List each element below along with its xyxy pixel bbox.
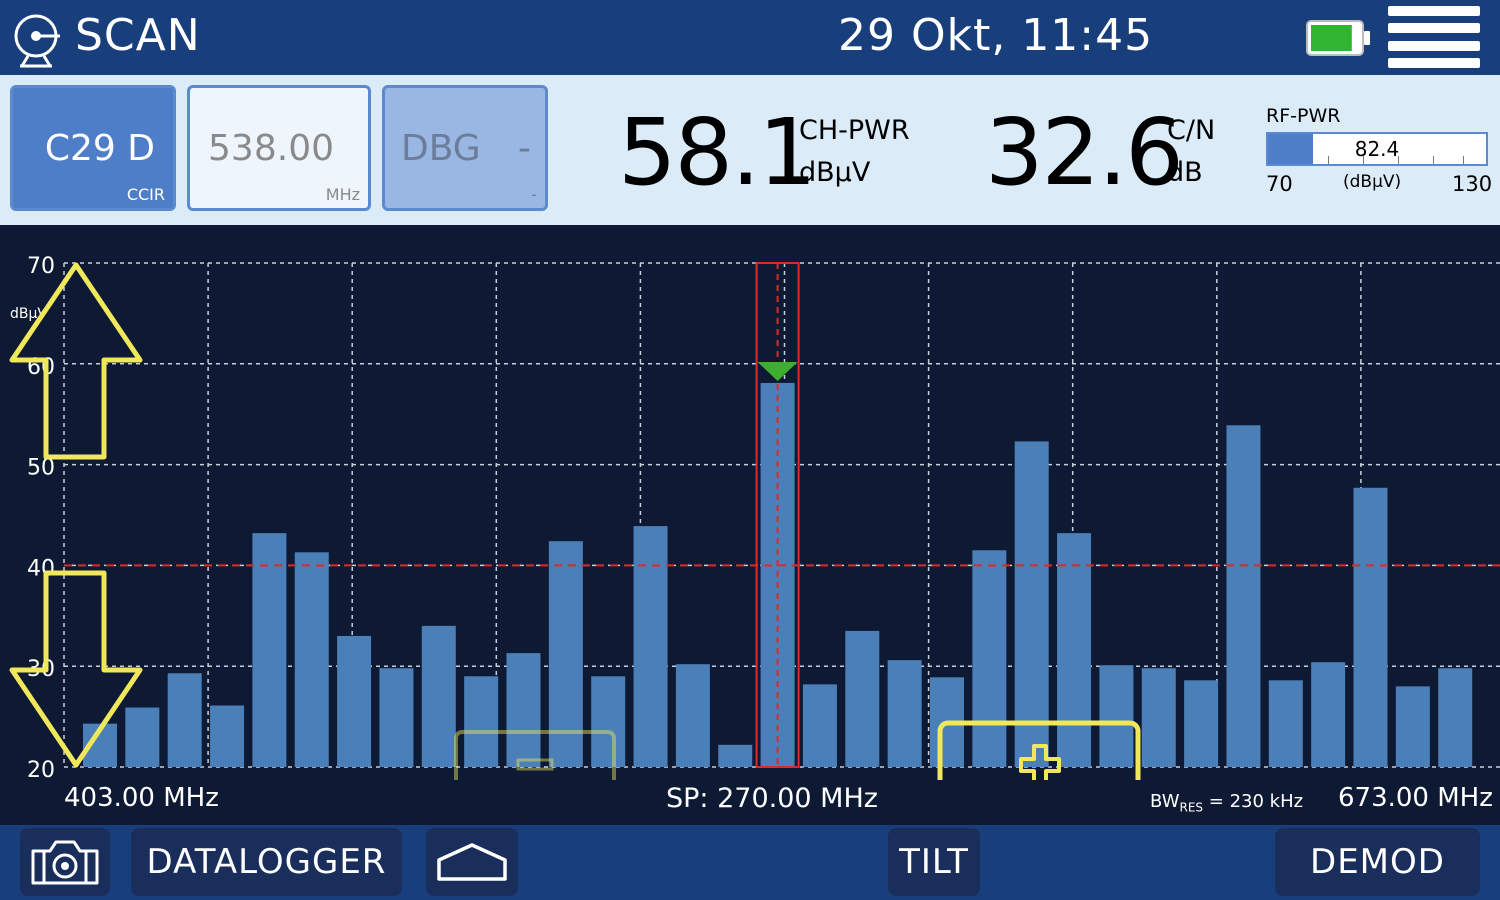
spectrum-bar bbox=[125, 707, 160, 767]
spectrum-bar bbox=[1438, 668, 1473, 767]
rf-pwr-meter: 82.4 bbox=[1266, 132, 1488, 166]
spectrum-bar bbox=[464, 676, 499, 767]
spectrum-bar bbox=[252, 533, 287, 767]
spectrum-bar bbox=[1268, 680, 1303, 767]
bottom-toolbar: DATALOGGER TILT DEMOD bbox=[0, 825, 1500, 900]
spectrum-bar bbox=[294, 552, 329, 767]
antenna-dish-icon bbox=[14, 14, 60, 68]
rf-pwr-unit: (dBµV) bbox=[1343, 172, 1402, 192]
home-button[interactable] bbox=[426, 828, 518, 896]
spectrum-bar bbox=[506, 653, 541, 767]
frequency-selector[interactable]: 538.00 MHz bbox=[187, 85, 371, 211]
spectrum-bar bbox=[421, 625, 456, 767]
spectrum-bar bbox=[337, 635, 372, 767]
spectrum-bar bbox=[718, 744, 753, 767]
up-arrow-icon[interactable] bbox=[9, 262, 143, 460]
home-icon bbox=[437, 843, 507, 881]
bw-sub: RES bbox=[1179, 800, 1204, 815]
ch-pwr-value: 58.1 bbox=[618, 99, 817, 206]
standard-selector[interactable]: DBG - - bbox=[382, 85, 548, 211]
x-axis-start: 403.00 MHz bbox=[64, 783, 219, 813]
x-axis-end: 673.00 MHz bbox=[1338, 783, 1493, 813]
spectrum-bar bbox=[675, 664, 710, 767]
spectrum-bar bbox=[591, 676, 626, 767]
spectrum-bar bbox=[845, 630, 880, 767]
spectrum-bar bbox=[1395, 686, 1430, 767]
measurement-bar: C29 D CCIR 538.00 MHz DBG - - 58.1 CH-PW… bbox=[0, 75, 1500, 225]
y-tick-label: 20 bbox=[27, 758, 55, 780]
top-bar: SCAN 29 Okt, 11:45 bbox=[0, 0, 1500, 75]
y-tick-label: 40 bbox=[27, 556, 55, 581]
cn-unit: dB bbox=[1167, 157, 1203, 188]
spectrum-plot[interactable]: 706050403020 dBµV bbox=[0, 225, 1500, 780]
y-tick-label: 70 bbox=[27, 254, 55, 279]
spectrum-bar bbox=[1184, 680, 1219, 767]
camera-icon bbox=[31, 840, 99, 885]
down-arrow-icon[interactable] bbox=[9, 570, 143, 768]
menu-line bbox=[1388, 6, 1480, 16]
standard-sub: - bbox=[531, 185, 537, 204]
standard-dash: - bbox=[518, 128, 531, 169]
spectrum-bar bbox=[633, 526, 668, 767]
spectrum-bar bbox=[802, 684, 837, 767]
bandwidth-resolution: BWRES = 230 kHz bbox=[1150, 791, 1303, 815]
cn-value: 32.6 bbox=[985, 99, 1184, 206]
date-time: 29 Okt, 11:45 bbox=[838, 10, 1154, 61]
channel-selector[interactable]: C29 D CCIR bbox=[10, 85, 176, 211]
rf-pwr-reading: 82.4 bbox=[1354, 137, 1400, 161]
menu-line bbox=[1388, 23, 1480, 34]
bw-value: = 230 kHz bbox=[1203, 791, 1304, 812]
cn-label: C/N bbox=[1167, 115, 1216, 146]
ch-pwr-unit: dBµV bbox=[799, 157, 871, 188]
bw-label: BW bbox=[1150, 791, 1180, 812]
spectrum-bar bbox=[1353, 487, 1388, 767]
spectrum-bar bbox=[972, 550, 1007, 767]
channel-value: C29 D bbox=[44, 128, 155, 169]
standard-value: DBG bbox=[401, 128, 481, 169]
datalogger-button[interactable]: DATALOGGER bbox=[131, 828, 402, 896]
x-axis-span: SP: 270.00 MHz bbox=[666, 783, 878, 814]
rf-pwr-max: 130 bbox=[1452, 172, 1493, 196]
menu-line bbox=[1388, 57, 1480, 68]
spectrum-bar bbox=[887, 660, 922, 767]
spectrum-bar bbox=[1057, 533, 1092, 767]
menu-line bbox=[1388, 40, 1480, 51]
screenshot-button[interactable] bbox=[20, 828, 110, 896]
page-title: SCAN bbox=[75, 10, 201, 61]
spectrum-chart[interactable]: 70 60 50 40 30 20 dBµV 403.00 MHz SP: 270.00 … bbox=[0, 225, 1500, 825]
hamburger-menu-icon[interactable] bbox=[1388, 6, 1480, 68]
spectrum-bar bbox=[1099, 665, 1134, 767]
spectrum-bar bbox=[1311, 662, 1346, 767]
demod-button[interactable]: DEMOD bbox=[1275, 828, 1480, 896]
frequency-value: 538.00 bbox=[208, 128, 334, 169]
channel-plan: CCIR bbox=[126, 185, 165, 204]
ch-pwr-label: CH-PWR bbox=[799, 115, 910, 146]
channel-marker-icon bbox=[757, 361, 798, 381]
spectrum-bar bbox=[1226, 425, 1261, 767]
spectrum-bar bbox=[1014, 441, 1049, 767]
rf-pwr-min: 70 bbox=[1266, 172, 1293, 196]
spectrum-bar bbox=[379, 668, 414, 767]
battery-icon bbox=[1306, 20, 1370, 56]
rf-pwr-title: RF-PWR bbox=[1266, 105, 1341, 127]
spectrum-bar bbox=[210, 705, 245, 767]
frequency-unit: MHz bbox=[325, 185, 360, 204]
tilt-button[interactable]: TILT bbox=[888, 828, 980, 896]
spectrum-bar bbox=[1141, 668, 1176, 767]
spectrum-bar bbox=[167, 673, 202, 767]
